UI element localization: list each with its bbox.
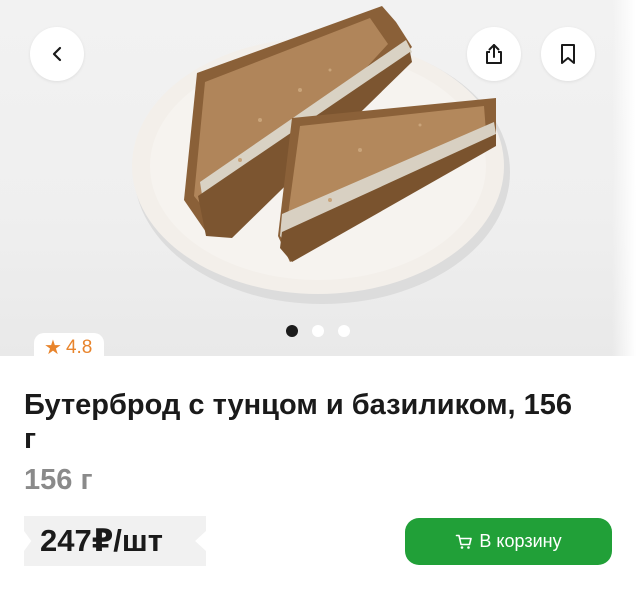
share-button[interactable]: [467, 27, 521, 81]
product-price: 247₽/шт: [40, 523, 163, 558]
bookmark-button[interactable]: [541, 27, 595, 81]
add-to-cart-label: В корзину: [479, 531, 562, 551]
gallery-edge-fade: [612, 0, 636, 356]
back-button[interactable]: [30, 27, 84, 81]
add-to-cart-button[interactable]: В корзину: [405, 518, 612, 565]
chevron-left-icon: [52, 46, 62, 62]
product-gallery[interactable]: [0, 0, 636, 356]
rating-badge[interactable]: ★ 4.8: [34, 333, 105, 363]
gallery-dot[interactable]: [338, 325, 350, 337]
gallery-pagination: [286, 325, 350, 337]
bookmark-icon: [561, 44, 575, 64]
rating-value: 4.8: [65, 337, 93, 358]
gallery-dot[interactable]: [312, 325, 324, 337]
product-weight: 156 г: [24, 464, 93, 496]
cart-icon: [456, 534, 473, 549]
star-icon: ★: [44, 337, 62, 359]
product-title: Бутерброд с тунцом и базиликом, 156 г: [24, 389, 573, 455]
share-icon: [486, 44, 502, 64]
price-tag: 247₽/шт: [24, 516, 206, 566]
gallery-dot-active[interactable]: [286, 325, 298, 337]
